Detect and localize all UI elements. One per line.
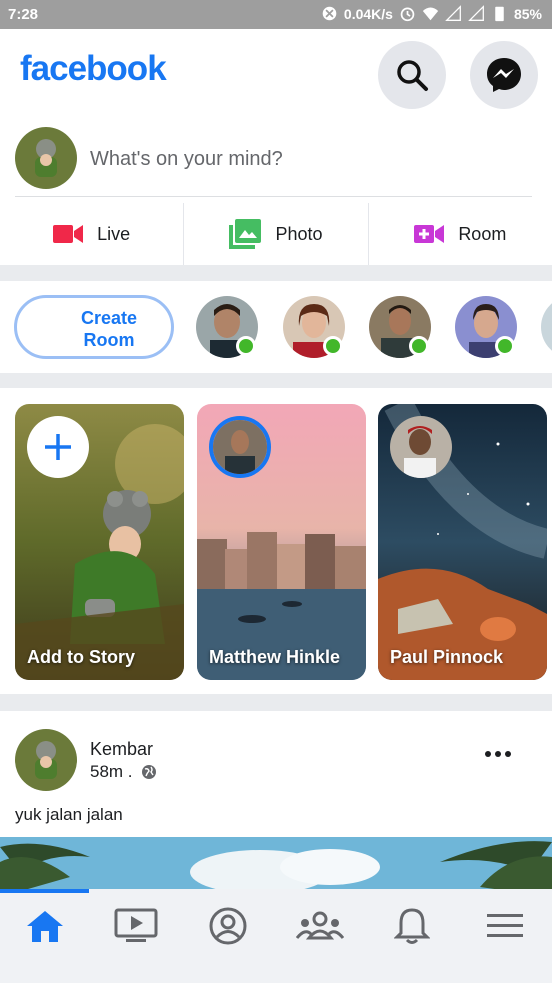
feed-post: Kembar 58m . yuk jalan jalan [0,711,552,889]
post-text: yuk jalan jalan [15,805,123,824]
photo-icon [229,219,262,249]
whats-on-your-mind-input[interactable]: What's on your mind? [90,148,283,171]
online-indicator [323,336,343,356]
user-avatar[interactable] [15,127,77,189]
home-icon [27,911,63,942]
signal-icon-2 [468,5,484,21]
create-room-button[interactable]: Create Room [14,295,174,359]
top-bar: facebook [0,29,552,115]
data-saver-icon [322,6,337,21]
create-room-label-line1: Create [80,308,138,328]
photo-button[interactable]: Photo [184,203,369,265]
network-speed: 0.04K/s [343,5,393,22]
room-label: Room [458,223,507,244]
story-card-add[interactable]: Add to Story [15,404,184,680]
bottom-nav [0,889,552,983]
video-camera-icon [53,225,84,243]
notifications-icon [394,908,430,944]
tab-profile[interactable] [198,903,258,949]
story-card[interactable]: Matthew Hinkle [197,404,366,680]
search-button[interactable] [378,41,446,109]
tab-home[interactable] [15,903,75,949]
wifi-icon [422,7,439,21]
status-time: 7:28 [8,6,39,23]
tab-menu[interactable] [475,903,535,949]
story-name: Paul Pinnock [390,647,504,667]
signal-icon [445,5,461,21]
story-author-avatar [390,416,452,478]
plus-icon [45,434,71,460]
post-author-avatar[interactable] [15,729,77,791]
tab-notifications[interactable] [382,903,442,949]
alarm-icon [400,7,415,22]
post-image[interactable] [0,837,552,889]
more-horizontal-icon [485,751,511,757]
status-bar: 7:28 0.04K/s 85% [0,0,552,29]
search-icon [397,60,428,91]
composer-actions: Live Photo Room [0,203,552,265]
add-story-button[interactable] [27,416,89,478]
room-button[interactable]: Room [369,203,552,265]
menu-icon [487,914,523,937]
story-card[interactable]: Paul Pinnock [378,404,547,680]
tab-watch[interactable] [106,903,166,949]
story-name: Matthew Hinkle [209,647,341,667]
battery-icon [495,6,504,22]
online-indicator [495,336,515,356]
online-indicator [409,336,429,356]
rooms-bar: Create Room [0,281,552,373]
stories-reel: Add to Story Matthew Hinkle Paul Pinnock [0,388,552,694]
profile-icon [209,907,247,945]
video-plus-icon [414,225,445,243]
groups-icon [296,911,344,940]
facebook-logo[interactable]: facebook [20,49,167,89]
online-indicator [236,336,256,356]
globe-icon [141,765,156,779]
tab-groups[interactable] [290,903,350,949]
photo-label: Photo [275,223,323,244]
post-more-button[interactable] [484,745,512,763]
messenger-button[interactable] [470,41,538,109]
post-meta: 58m . [90,762,157,782]
room-contact-avatar[interactable] [541,296,552,358]
active-tab-indicator [0,889,89,893]
post-author-name[interactable]: Kembar [90,739,153,760]
live-label: Live [97,223,131,244]
story-name: Add to Story [27,647,135,667]
composer: What's on your mind? Live Photo Room [0,115,552,265]
battery-level: 85% [513,5,542,22]
messenger-icon [487,58,521,92]
live-button[interactable]: Live [0,203,185,265]
story-author-avatar [209,416,271,478]
video-icon [114,908,158,942]
post-time: 58m . [90,762,133,781]
divider [15,196,532,197]
create-room-label-line2: Room [83,330,135,350]
